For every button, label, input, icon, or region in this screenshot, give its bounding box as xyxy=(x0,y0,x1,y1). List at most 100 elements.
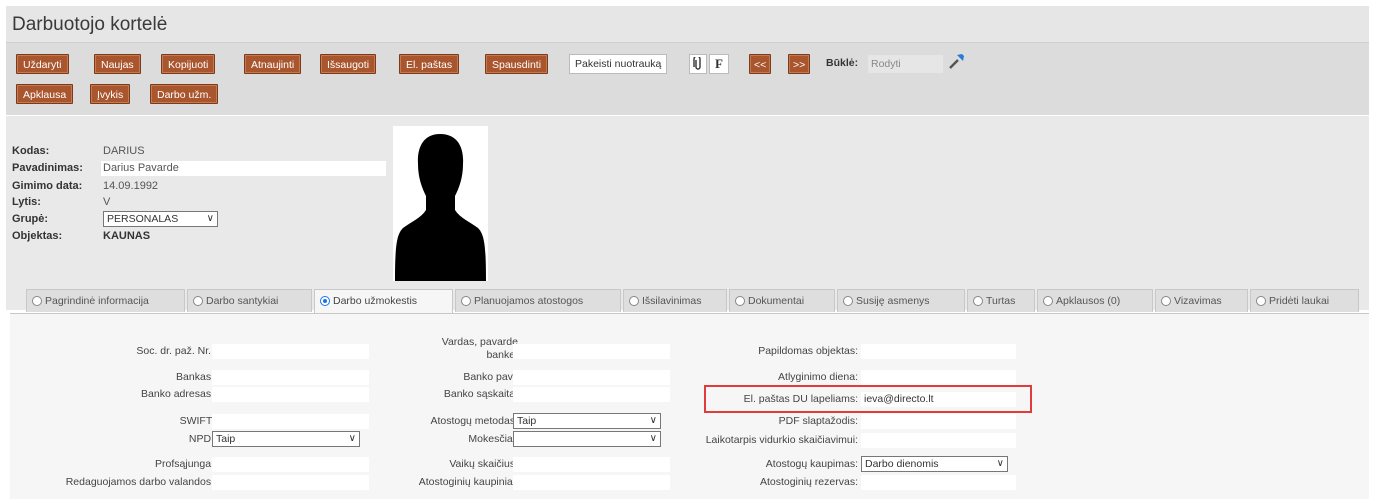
tab-label: Pagrindinė informacija xyxy=(45,295,149,307)
chevron-down-icon: ∨ xyxy=(996,458,1004,469)
employee-header: Kodas: DARIUS Pavadinimas: Darius Pavard… xyxy=(6,116,1369,310)
person-silhouette-icon xyxy=(395,134,486,281)
chevron-down-icon: ∨ xyxy=(348,433,356,444)
radio-icon xyxy=(1161,296,1171,306)
salary-day-input[interactable] xyxy=(861,370,1016,385)
event-button[interactable]: Įvykis xyxy=(90,84,131,104)
children-count-input[interactable] xyxy=(513,457,670,472)
object-value: KAUNAS xyxy=(103,230,151,242)
object-label: Objektas: xyxy=(12,230,63,242)
select-value: Taip xyxy=(517,415,537,427)
bank-name-input[interactable] xyxy=(513,370,670,385)
employee-photo[interactable] xyxy=(393,126,488,281)
paperclip-icon[interactable] xyxy=(689,54,707,74)
tab-label: Pridėti laukai xyxy=(1269,295,1330,307)
prev-button[interactable]: << xyxy=(749,54,772,74)
tab-label: Vizavimas xyxy=(1174,295,1222,307)
editable-hours-input[interactable] xyxy=(212,475,369,490)
radio-icon xyxy=(735,296,745,306)
bank-account-input[interactable] xyxy=(513,387,670,402)
name-field[interactable]: Darius Pavarde xyxy=(101,161,386,176)
tab-label: Išsilavinimas xyxy=(642,295,702,307)
field-label: Atlyginimo diena: xyxy=(778,371,858,383)
save-button[interactable]: Išsaugoti xyxy=(320,54,377,74)
name-in-bank-input[interactable] xyxy=(513,344,670,359)
bank-address-input[interactable] xyxy=(212,387,369,402)
field-label: Soc. dr. paž. Nr.: xyxy=(136,345,214,357)
field-label: Bankas: xyxy=(176,371,214,383)
field-label: PDF slaptažodis: xyxy=(778,415,858,427)
field-label: Mokesčiai: xyxy=(468,433,518,445)
birth-date-value: 14.09.1992 xyxy=(103,180,159,192)
tab-documents[interactable]: Dokumentai xyxy=(729,289,835,312)
code-value: DARIUS xyxy=(103,145,145,157)
close-button[interactable]: Uždaryti xyxy=(16,54,69,74)
page-title: Darbuotojo kortelė xyxy=(12,14,168,35)
toolbar: Uždaryti Naujas Kopijuoti Atnaujinti Išs… xyxy=(6,43,1369,115)
gender-label: Lytis: xyxy=(12,196,41,208)
field-label: Atostogų kaupimas: xyxy=(765,458,858,470)
bank-input[interactable] xyxy=(212,370,369,385)
refresh-button[interactable]: Atnaujinti xyxy=(244,54,302,74)
field-label: Profsąjunga: xyxy=(155,458,214,470)
average-period-input[interactable] xyxy=(861,433,1016,448)
tab-label: Darbo užmokestis xyxy=(333,295,418,307)
radio-icon xyxy=(32,296,42,306)
vacation-accruals-input[interactable] xyxy=(513,475,670,490)
field-label: Atostoginių kaupiniai: xyxy=(418,476,518,488)
vacation-method-select[interactable]: Taip ∨ xyxy=(513,413,661,429)
tab-education[interactable]: Išsilavinimas xyxy=(623,289,727,312)
tab-related-persons[interactable]: Susiję asmenys xyxy=(837,289,965,312)
radio-icon xyxy=(1256,296,1266,306)
radio-icon xyxy=(629,296,639,306)
email-button[interactable]: El. paštas xyxy=(399,54,460,74)
next-button[interactable]: >> xyxy=(788,54,811,74)
name-label: Pavadinimas: xyxy=(12,162,83,174)
tab-surveys[interactable]: Apklausos (0) xyxy=(1037,289,1153,312)
field-label: SWIFT: xyxy=(179,415,214,427)
gender-value: V xyxy=(103,196,111,208)
tab-salary[interactable]: Darbo užmokestis xyxy=(314,289,453,313)
field-label: Vaikų skaičius: xyxy=(449,458,518,470)
change-photo-button[interactable]: Pakeisti nuotrauką xyxy=(569,54,668,74)
tab-employment[interactable]: Darbo santykiai xyxy=(187,289,312,312)
f-button[interactable]: F xyxy=(709,54,729,74)
group-select[interactable]: PERSONALAS ∨ xyxy=(103,211,218,227)
tab-assets[interactable]: Turtas xyxy=(967,289,1035,312)
tab-added-fields[interactable]: Pridėti laukai xyxy=(1250,289,1359,312)
tab-label: Dokumentai xyxy=(748,295,805,307)
status-label: Būklė: xyxy=(826,57,859,69)
copy-button[interactable]: Kopijuoti xyxy=(161,54,216,74)
tab-approval[interactable]: Vizavimas xyxy=(1155,289,1248,312)
swift-input[interactable] xyxy=(212,414,369,429)
taxes-select[interactable]: ∨ xyxy=(513,431,661,447)
radio-icon xyxy=(973,296,983,306)
window-title-bar: Darbuotojo kortelė xyxy=(6,6,1369,43)
select-value: Darbo dienomis xyxy=(865,458,939,470)
tab-label: Planuojamos atostogos xyxy=(474,295,584,307)
highlight-box xyxy=(704,385,1032,413)
field-label: Banko adresas: xyxy=(141,388,214,400)
additional-object-input[interactable] xyxy=(861,344,1016,359)
pdf-password-input[interactable] xyxy=(861,414,1016,429)
salary-button[interactable]: Darbo užm. xyxy=(150,84,219,104)
tab-general[interactable]: Pagrindinė informacija xyxy=(26,289,185,312)
group-select-value: PERSONALAS xyxy=(107,213,179,225)
social-insurance-input[interactable] xyxy=(212,344,369,359)
survey-button[interactable]: Apklausa xyxy=(16,84,74,104)
vacation-accumulation-select[interactable]: Darbo dienomis ∨ xyxy=(861,456,1008,472)
trade-union-input[interactable] xyxy=(212,457,369,472)
print-button[interactable]: Spausdinti xyxy=(485,54,549,74)
status-select[interactable]: Rodyti xyxy=(868,55,943,73)
tab-planned-vacations[interactable]: Planuojamos atostogos xyxy=(455,289,621,312)
vacation-reserve-input[interactable] xyxy=(861,475,1016,490)
tab-label: Susiję asmenys xyxy=(856,295,930,307)
npd-select[interactable]: Taip ∨ xyxy=(212,431,360,447)
field-label: Laikotarpis vidurkio skaičiavimui: xyxy=(705,434,858,446)
field-label: Redaguojamos darbo valandos: xyxy=(65,476,214,488)
radio-icon xyxy=(193,296,203,306)
new-button[interactable]: Naujas xyxy=(94,54,141,74)
wrench-icon[interactable] xyxy=(947,51,967,74)
field-label: Vardas, pavarde xyxy=(441,336,518,348)
tab-label: Darbo santykiai xyxy=(206,295,279,307)
